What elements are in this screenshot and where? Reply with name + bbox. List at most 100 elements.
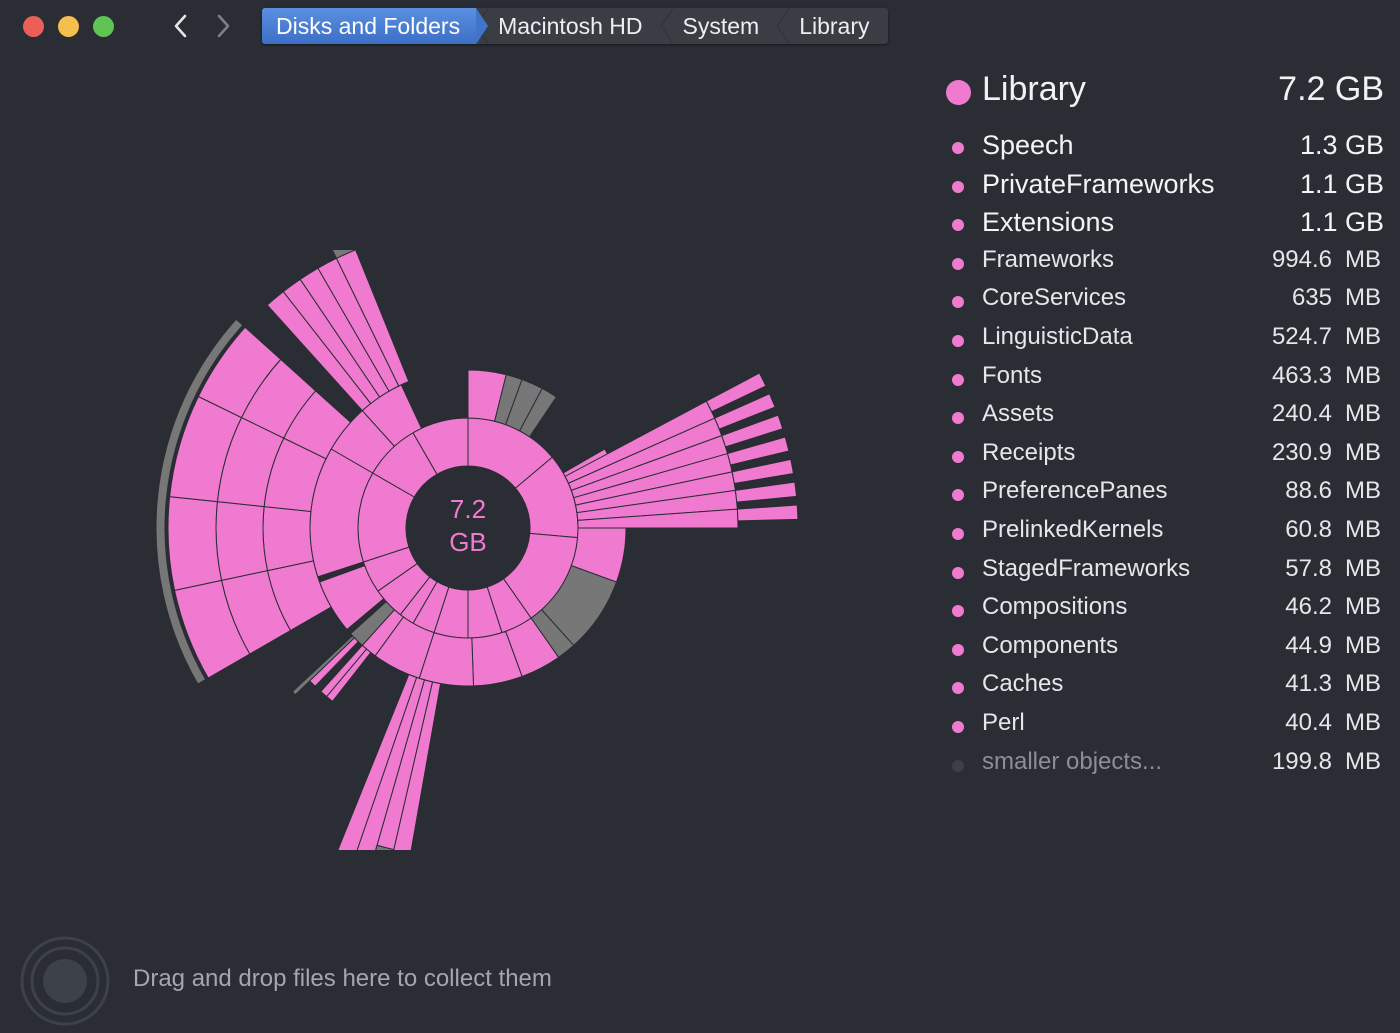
legend-item[interactable]: CoreServices 635 MB — [944, 284, 1384, 323]
center-size-value: 7.2 — [450, 494, 486, 524]
legend-item-size: 44.9 — [1285, 631, 1332, 659]
center-size-unit: GB — [449, 527, 487, 557]
legend-item-dot — [952, 142, 964, 154]
legend-item[interactable]: Speech 1.3 GB — [944, 130, 1384, 169]
legend-item-unit: MB — [1345, 245, 1381, 273]
legend-item-size: 1.1 GB — [1299, 168, 1384, 199]
dropzone-hint: Drag and drop files here to collect them — [133, 965, 552, 992]
legend-item[interactable]: Perl 40.4 MB — [944, 709, 1384, 748]
legend-item-name: Receipts — [982, 438, 1076, 466]
legend-item-name: PrelinkedKernels — [982, 515, 1164, 543]
legend-header-dot — [946, 80, 971, 105]
legend-item-name: Compositions — [982, 593, 1128, 621]
legend-item[interactable]: smaller objects... 199.8 MB — [944, 748, 1384, 787]
legend-item[interactable]: PrelinkedKernels 60.8 MB — [944, 516, 1384, 555]
legend-item-unit: MB — [1345, 322, 1381, 350]
legend-item-unit: MB — [1345, 438, 1381, 466]
legend-item-dot — [952, 720, 964, 733]
breadcrumb-macintosh-hd[interactable]: Macintosh HD — [476, 8, 660, 44]
legend-item-name: Assets — [982, 400, 1055, 428]
legend-item-dot — [952, 412, 964, 425]
legend-item[interactable]: PrivateFrameworks 1.1 GB — [944, 169, 1384, 208]
legend-panel: Library 7.2 GB Speech 1.3 GB PrivateFramew… — [944, 70, 1384, 775]
legend-item-size: 240.4 — [1271, 400, 1332, 428]
legend-item-name: PrivateFrameworks — [982, 168, 1215, 199]
legend-item-dot — [952, 450, 964, 463]
legend-item-unit: MB — [1345, 361, 1381, 389]
legend-item-size: 463.3 — [1271, 361, 1332, 389]
legend-item-name: CoreServices — [982, 284, 1127, 312]
legend-item[interactable]: Extensions 1.1 GB — [944, 207, 1384, 246]
breadcrumb-disks-and-folders[interactable]: Disks and Folders — [262, 8, 489, 44]
sunburst-segment-level3[interactable] — [262, 506, 315, 572]
legend-item-unit: MB — [1345, 284, 1381, 312]
legend-item[interactable]: Components 44.9 MB — [944, 632, 1384, 671]
legend-item-dot — [952, 296, 964, 309]
legend-item-size: 46.2 — [1285, 593, 1332, 621]
sunburst-chart[interactable]: 7.2 GB — [130, 250, 830, 850]
breadcrumb-system[interactable]: System — [660, 8, 778, 44]
breadcrumb-library[interactable]: Library — [777, 8, 887, 44]
legend-item-size: 88.6 — [1285, 477, 1332, 505]
legend-item-name: Fonts — [982, 361, 1043, 389]
legend-item-name: Speech — [982, 130, 1074, 160]
legend-item-name: Extensions — [982, 207, 1115, 238]
zoom-button[interactable] — [93, 16, 114, 37]
legend-item-name: StagedFrameworks — [982, 554, 1191, 582]
sunburst-segment-spike-outer[interactable] — [736, 504, 799, 522]
legend-item[interactable]: Compositions 46.2 MB — [944, 593, 1384, 632]
sunburst-segment-spike-outer[interactable] — [734, 481, 798, 503]
sunburst-segment-level5[interactable] — [167, 496, 223, 591]
legend-item-name: Perl — [982, 708, 1025, 736]
minimize-button[interactable] — [58, 16, 79, 37]
collector-dropzone[interactable] — [20, 936, 110, 1026]
legend-item-size: 60.8 — [1285, 515, 1332, 543]
legend-item[interactable]: Receipts 230.9 MB — [944, 439, 1384, 478]
legend-item-unit: MB — [1345, 400, 1381, 428]
close-button[interactable] — [23, 16, 44, 37]
legend-item-size: 1.3 GB — [1299, 130, 1384, 160]
legend-header[interactable]: Library 7.2 GB — [944, 70, 1384, 114]
legend-item-dot — [952, 334, 964, 347]
legend-item-dot — [952, 527, 964, 540]
chevron-right-icon — [217, 14, 230, 38]
legend-item-size: 994.6 — [1271, 245, 1332, 273]
legend-item-size: 524.7 — [1271, 322, 1332, 350]
legend-item[interactable]: Assets 240.4 MB — [944, 400, 1384, 439]
legend-item-unit: MB — [1345, 477, 1381, 505]
legend-item-unit: MB — [1345, 554, 1381, 582]
legend-item-name: LinguisticData — [982, 322, 1133, 350]
legend-item-name: Components — [982, 631, 1119, 659]
legend-item-unit: MB — [1345, 708, 1381, 736]
legend-item-dot — [952, 489, 964, 502]
legend-item-size: 230.9 — [1271, 438, 1332, 466]
legend-item-dot — [952, 373, 964, 386]
legend-item-size: 1.1 GB — [1299, 207, 1384, 238]
legend-item-dot — [952, 180, 964, 193]
legend-item[interactable]: PreferencePanes 88.6 MB — [944, 477, 1384, 516]
legend-item-dot — [952, 759, 964, 772]
legend-item-dot — [952, 566, 964, 579]
legend-item-dot — [952, 257, 964, 270]
legend-item[interactable]: Caches 41.3 MB — [944, 670, 1384, 709]
legend-item[interactable]: Frameworks 994.6 MB — [944, 246, 1384, 285]
legend-item-unit: MB — [1345, 631, 1381, 659]
back-button[interactable] — [166, 9, 196, 43]
legend-item-name: Caches — [982, 670, 1064, 698]
forward-button[interactable] — [208, 9, 238, 43]
collector-icon — [20, 936, 110, 1026]
legend-header-size: 7.2 GB — [1278, 70, 1384, 108]
legend-item-name: smaller objects... — [982, 747, 1163, 775]
legend-item[interactable]: Fonts 463.3 MB — [944, 362, 1384, 401]
legend-item[interactable]: LinguisticData 524.7 MB — [944, 323, 1384, 362]
legend-item-size: 199.8 — [1271, 747, 1332, 775]
legend-item-name: PreferencePanes — [982, 477, 1168, 505]
legend-item-size: 40.4 — [1285, 708, 1332, 736]
sunburst-segment-spike-outer[interactable] — [731, 458, 795, 485]
legend-item-size: 635 — [1291, 284, 1332, 312]
title-bar: Disks and Folders Macintosh HD System Li… — [0, 0, 1400, 54]
legend-item[interactable]: StagedFrameworks 57.8 MB — [944, 555, 1384, 594]
legend-item-dot — [952, 219, 964, 232]
sunburst-segment-level4[interactable] — [215, 501, 269, 581]
legend-item-dot — [952, 605, 964, 618]
